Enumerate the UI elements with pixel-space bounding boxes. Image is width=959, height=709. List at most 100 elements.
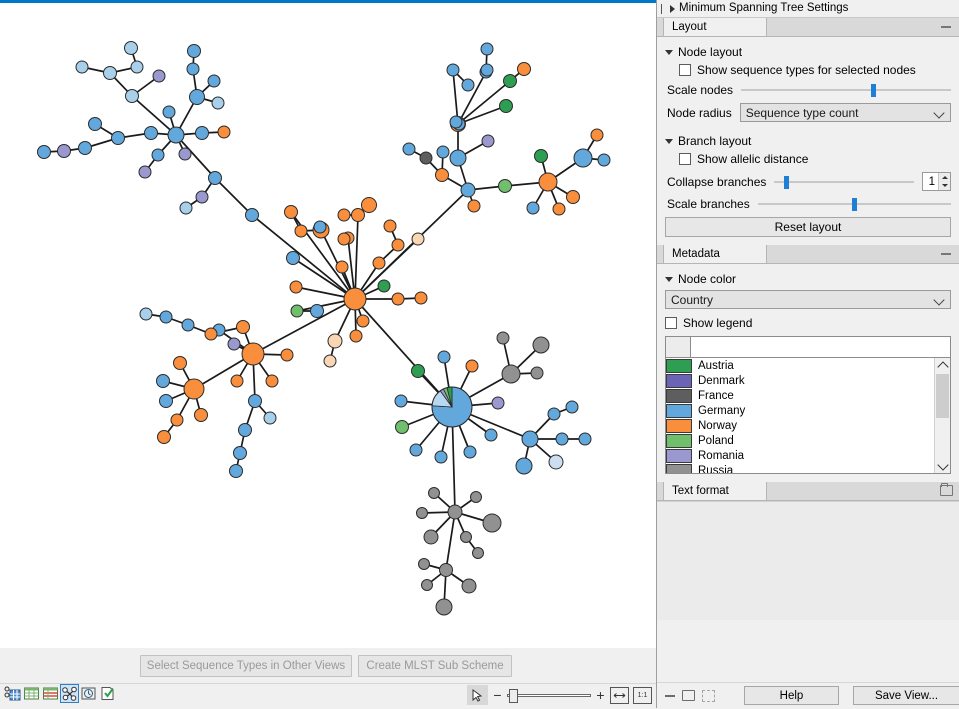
graph-node[interactable] <box>196 191 208 203</box>
graph-node[interactable] <box>230 465 243 478</box>
graph-node[interactable] <box>464 446 476 458</box>
window-icon[interactable] <box>682 690 695 701</box>
graph-node[interactable] <box>190 90 205 105</box>
select-sequence-types-button[interactable]: Select Sequence Types in Other Views <box>140 655 352 677</box>
tree-view-icon[interactable] <box>61 685 78 702</box>
legend-row[interactable]: Austria <box>666 358 950 373</box>
graph-node[interactable] <box>499 180 512 193</box>
graph-node[interactable] <box>357 315 369 327</box>
layout-tab[interactable]: Layout <box>663 18 767 36</box>
graph-node[interactable] <box>384 220 396 232</box>
triangle-right-icon[interactable] <box>670 5 675 13</box>
layout-group-header[interactable]: Layout <box>657 18 959 37</box>
legend-scrollbar[interactable] <box>934 358 950 473</box>
graph-node-pie[interactable] <box>432 387 472 427</box>
graph-node[interactable] <box>436 169 449 182</box>
graph-node[interactable] <box>422 580 433 591</box>
graph-node[interactable] <box>218 126 230 138</box>
graph-edge[interactable] <box>355 215 358 299</box>
graph-node[interactable] <box>249 395 262 408</box>
graph-node[interactable] <box>403 143 415 155</box>
zoom-slider-knob[interactable] <box>509 689 518 703</box>
graph-node[interactable] <box>412 233 424 245</box>
collapse-branches-knob[interactable] <box>784 176 789 189</box>
graph-node[interactable] <box>163 106 175 118</box>
graph-node[interactable] <box>266 375 278 387</box>
folder-icon[interactable] <box>940 485 953 496</box>
show-sequence-types-row[interactable]: Show sequence types for selected nodes <box>679 63 951 77</box>
graph-node[interactable] <box>473 548 484 559</box>
graph-node[interactable] <box>591 129 603 141</box>
graph-node[interactable] <box>483 514 501 532</box>
graph-node[interactable] <box>504 75 517 88</box>
legend-color-swatch[interactable] <box>666 404 692 418</box>
graph-node[interactable] <box>264 412 276 424</box>
graph-node[interactable] <box>450 150 466 166</box>
legend-row[interactable]: Norway <box>666 418 950 433</box>
text-format-tab[interactable]: Text format <box>663 482 767 500</box>
scale-nodes-slider[interactable] <box>741 83 951 97</box>
legend-color-swatch[interactable] <box>666 464 692 475</box>
graph-node[interactable] <box>492 397 504 409</box>
scale-branches-row[interactable]: Scale branches <box>667 197 951 211</box>
graph-node[interactable] <box>179 148 191 160</box>
graph-node[interactable] <box>500 100 513 113</box>
node-radius-select[interactable]: Sequence type count <box>740 103 951 122</box>
text-format-group-header[interactable]: Text format <box>657 482 959 501</box>
graph-node[interactable] <box>237 321 250 334</box>
zoom-in-button[interactable]: + <box>595 690 606 700</box>
graph-node[interactable] <box>462 579 476 593</box>
graph-node[interactable] <box>485 429 497 441</box>
graph-node[interactable] <box>533 337 549 353</box>
graph-node[interactable] <box>231 375 243 387</box>
graph-node[interactable] <box>531 367 543 379</box>
legend-row[interactable]: Germany <box>666 403 950 418</box>
graph-node[interactable] <box>518 63 531 76</box>
graph-node[interactable] <box>195 409 208 422</box>
graph-node[interactable] <box>212 97 224 109</box>
graph-node[interactable] <box>420 152 432 164</box>
graph-node[interactable] <box>338 209 350 221</box>
graph-node[interactable] <box>160 395 173 408</box>
graph-node[interactable] <box>579 433 591 445</box>
graph-node[interactable] <box>412 365 425 378</box>
graph-node[interactable] <box>152 149 164 161</box>
graph-node[interactable] <box>196 127 209 140</box>
graph-node[interactable] <box>447 64 459 76</box>
graph-node[interactable] <box>58 145 71 158</box>
graph-node[interactable] <box>246 209 259 222</box>
graph-node[interactable] <box>112 132 125 145</box>
graph-node[interactable] <box>415 292 427 304</box>
graph-node[interactable] <box>290 281 302 293</box>
minimum-spanning-tree-graph[interactable] <box>0 3 656 648</box>
legend-row[interactable]: Poland <box>666 433 950 448</box>
metadata-tab[interactable]: Metadata <box>663 245 767 263</box>
graph-node[interactable] <box>209 172 222 185</box>
create-mlst-sub-scheme-button[interactable]: Create MLST Sub Scheme <box>358 655 512 677</box>
legend-color-preview[interactable] <box>665 336 691 358</box>
graph-node[interactable] <box>556 433 568 445</box>
graph-node[interactable] <box>437 146 449 158</box>
graph-node[interactable] <box>153 70 165 82</box>
graph-node[interactable] <box>438 351 450 363</box>
graph-node[interactable] <box>566 401 578 413</box>
show-legend-row[interactable]: Show legend <box>665 316 951 330</box>
graph-node[interactable] <box>291 305 303 317</box>
graph-node[interactable] <box>468 200 480 212</box>
graph-node[interactable] <box>522 431 538 447</box>
graph-node[interactable] <box>450 116 462 128</box>
graph-node[interactable] <box>281 349 293 361</box>
scroll-up-button[interactable] <box>935 358 950 372</box>
show-legend-checkbox[interactable] <box>665 317 677 329</box>
graph-node[interactable] <box>410 444 422 456</box>
graph-node[interactable] <box>314 221 326 233</box>
tree-svg[interactable] <box>0 3 656 648</box>
scrollbar-thumb[interactable] <box>936 374 949 418</box>
one-to-one-zoom-button[interactable]: 1:1 <box>633 687 652 704</box>
graph-node[interactable] <box>574 149 592 167</box>
graph-node[interactable] <box>481 43 493 55</box>
graph-node[interactable] <box>424 530 438 544</box>
graph-node[interactable] <box>328 334 342 348</box>
graph-node[interactable] <box>466 360 478 372</box>
graph-node[interactable] <box>429 488 440 499</box>
